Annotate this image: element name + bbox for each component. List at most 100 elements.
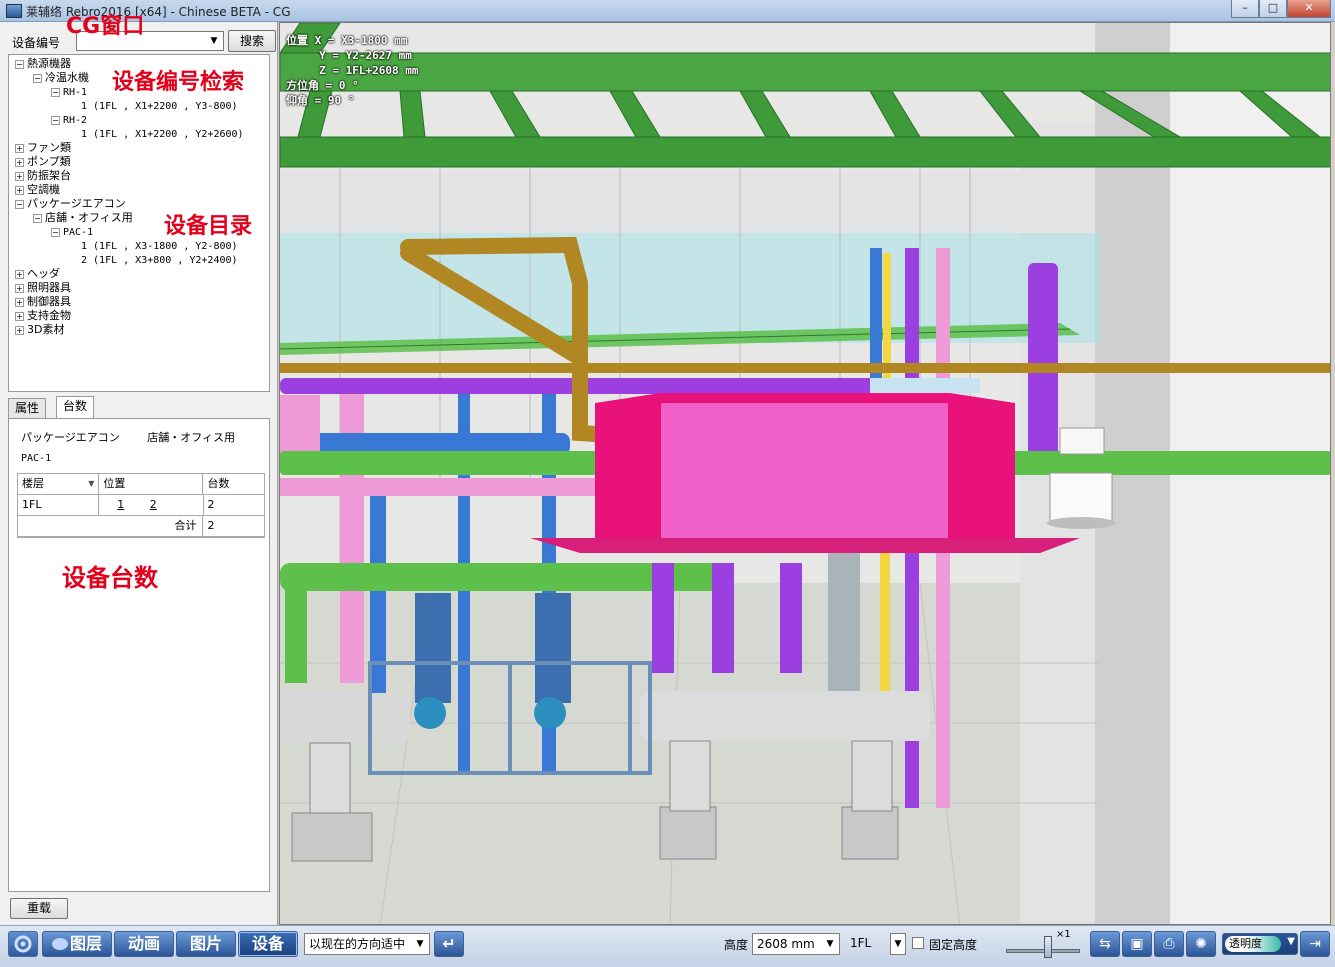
animation-button[interactable]: 动画 — [114, 931, 174, 957]
ceiling-band — [280, 173, 1020, 233]
tree-item-label: ポンプ類 — [27, 155, 71, 168]
count-model: PAC-1 — [21, 453, 52, 464]
fixed-height-checkbox[interactable] — [912, 937, 924, 949]
cg-scene[interactable] — [280, 23, 1331, 925]
minimize-button[interactable]: – — [1231, 0, 1259, 18]
zoom-slider-track[interactable] — [1006, 949, 1080, 953]
chevron-down-icon[interactable]: ▼ — [207, 33, 221, 49]
layers-button[interactable]: 图层 — [42, 931, 112, 957]
tree-item[interactable]: +3D素材 — [15, 323, 64, 337]
chevron-down-icon[interactable]: ▼ — [891, 936, 905, 952]
maximize-button[interactable]: □ — [1259, 0, 1287, 18]
chevron-down-icon[interactable]: ▼ — [823, 936, 837, 952]
collapse-icon[interactable]: − — [51, 115, 60, 125]
dial-icon: ✺ — [1195, 936, 1207, 952]
expand-icon[interactable]: + — [15, 311, 24, 321]
settings-gear-button[interactable] — [8, 931, 38, 957]
chevron-down-icon[interactable]: ▼ — [1287, 936, 1295, 947]
expand-icon[interactable]: + — [15, 185, 24, 195]
equipment-button[interactable]: 设备 — [238, 931, 298, 957]
layers-label: 图层 — [69, 934, 102, 953]
floor-select[interactable]: ▼ — [890, 933, 906, 955]
tree-item[interactable]: − 店舗・オフィス用 — [33, 211, 133, 225]
collapse-icon[interactable]: − — [51, 227, 60, 237]
tree-item[interactable]: + 支持金物 — [15, 309, 71, 323]
close-button[interactable]: ✕ — [1287, 0, 1331, 18]
height-label: 高度 — [724, 938, 749, 952]
height-input[interactable]: 2608 mm ▼ — [752, 933, 840, 955]
view-settings-button[interactable]: ✺ — [1186, 931, 1216, 957]
apply-direction-button[interactable]: ↵ — [434, 931, 464, 957]
zoom-slider[interactable]: ×1 — [1006, 929, 1080, 960]
collapse-icon[interactable]: − — [33, 213, 42, 223]
view-direction-select[interactable]: 以现在的方向适中 ▼ — [304, 933, 430, 955]
tree-item[interactable]: + 制御器具 — [15, 295, 71, 309]
tree-item-label: 熱源機器 — [27, 57, 71, 70]
count-table: 楼层 ▼ 位置 台数 1FL 1 2 2 合计 2 — [17, 473, 265, 538]
search-button[interactable]: 搜索 — [228, 30, 276, 52]
zoom-slider-thumb[interactable] — [1044, 936, 1052, 958]
collapse-icon[interactable]: − — [51, 87, 60, 97]
tree-item[interactable]: − RH-1 — [51, 85, 87, 99]
tree-item[interactable]: − RH-2 — [51, 113, 87, 127]
pin-arrow-icon: ⇥ — [1309, 936, 1321, 952]
expand-icon[interactable]: + — [15, 325, 24, 335]
title-bar: 莱辅络 Rebro2016 [x64] - Chinese BETA - CG … — [0, 0, 1335, 22]
header-floor-label: 楼层 — [22, 477, 44, 490]
table-header: 楼层 ▼ 位置 台数 — [18, 474, 264, 495]
tree-item[interactable]: 1 (1FL , X3-1800 , Y2-800) — [69, 239, 238, 253]
expand-icon[interactable]: + — [15, 171, 24, 181]
chevron-down-icon[interactable]: ▼ — [413, 936, 427, 952]
expand-icon[interactable]: + — [15, 283, 24, 293]
tree-item[interactable]: 1 (1FL , X1+2200 , Y3-800) — [69, 99, 238, 113]
swap-button[interactable]: ⇆ — [1090, 931, 1120, 957]
tree-item-label: PAC-1 — [63, 227, 94, 238]
print-button[interactable]: ⎙ — [1154, 931, 1184, 957]
expand-icon[interactable]: + — [15, 143, 24, 153]
swap-arrows-icon: ⇆ — [1099, 936, 1111, 952]
view-direction-value: 以现在的方向适中 — [309, 937, 406, 951]
table-row[interactable]: 1FL 1 2 2 — [18, 495, 264, 516]
expand-icon[interactable]: + — [15, 297, 24, 307]
position-link-1[interactable]: 1 — [117, 498, 124, 511]
tree-item[interactable]: 2 (1FL , X3+800 , Y2+2400) — [69, 253, 238, 267]
tree-item[interactable]: − 冷温水機 — [33, 71, 89, 85]
reload-button[interactable]: 重载 — [10, 898, 68, 919]
header-position[interactable]: 位置 — [99, 474, 204, 494]
tree-item[interactable]: + ヘッダ — [15, 267, 60, 281]
transparency-label: 透明度 — [1225, 936, 1281, 952]
tree-item-label: 3D素材 — [27, 323, 65, 336]
floor-label: 1FL — [850, 936, 872, 950]
tree-item[interactable]: + 空調機 — [15, 183, 60, 197]
tab-properties[interactable]: 属性 — [8, 398, 47, 418]
collapse-icon[interactable]: − — [15, 59, 24, 69]
tree-item-label: 1 (1FL , X3-1800 , Y2-800) — [81, 241, 238, 252]
cg-viewport[interactable]: 位置 X = X3-1800 mm Y = Y2-2627 mm Z = 1FL… — [279, 22, 1331, 925]
tree-item[interactable]: + ファン類 — [15, 141, 71, 155]
tree-item-label: パッケージエアコン — [27, 197, 126, 210]
tree-item[interactable]: − PAC-1 — [51, 225, 93, 239]
fixed-height-label: 固定高度 — [929, 938, 978, 952]
tree-item-label: 冷温水機 — [45, 71, 89, 84]
expand-icon[interactable]: + — [15, 269, 24, 279]
tree-item[interactable]: − 熱源機器 — [15, 57, 71, 71]
coord-azimuth: 方位角 = 0 ° — [286, 79, 359, 92]
position-link-2[interactable]: 2 — [150, 498, 157, 511]
expand-icon[interactable]: + — [15, 157, 24, 167]
tree-item[interactable]: + 防振架台 — [15, 169, 71, 183]
dock-panel-button[interactable]: ⇥ — [1300, 931, 1330, 957]
transparency-control[interactable]: 透明度 ▼ — [1222, 933, 1298, 955]
collapse-icon[interactable]: − — [15, 199, 24, 209]
tree-item[interactable]: + ポンプ類 — [15, 155, 71, 169]
collapse-icon[interactable]: − — [33, 73, 42, 83]
tab-count[interactable]: 台数 — [56, 396, 95, 418]
picture-button[interactable]: 图片 — [176, 931, 236, 957]
window-controls: – □ ✕ — [1231, 0, 1331, 18]
tree-item[interactable]: − パッケージエアコン — [15, 197, 126, 211]
header-count[interactable]: 台数 — [203, 474, 264, 494]
tree-item[interactable]: + 照明器具 — [15, 281, 71, 295]
tree-item[interactable]: 1 (1FL , X1+2200 , Y2+2600) — [69, 127, 244, 141]
printer-icon: ⎙ — [1163, 936, 1175, 952]
header-floor[interactable]: 楼层 ▼ — [18, 474, 100, 494]
screenshot-button[interactable]: ▣ — [1122, 931, 1152, 957]
